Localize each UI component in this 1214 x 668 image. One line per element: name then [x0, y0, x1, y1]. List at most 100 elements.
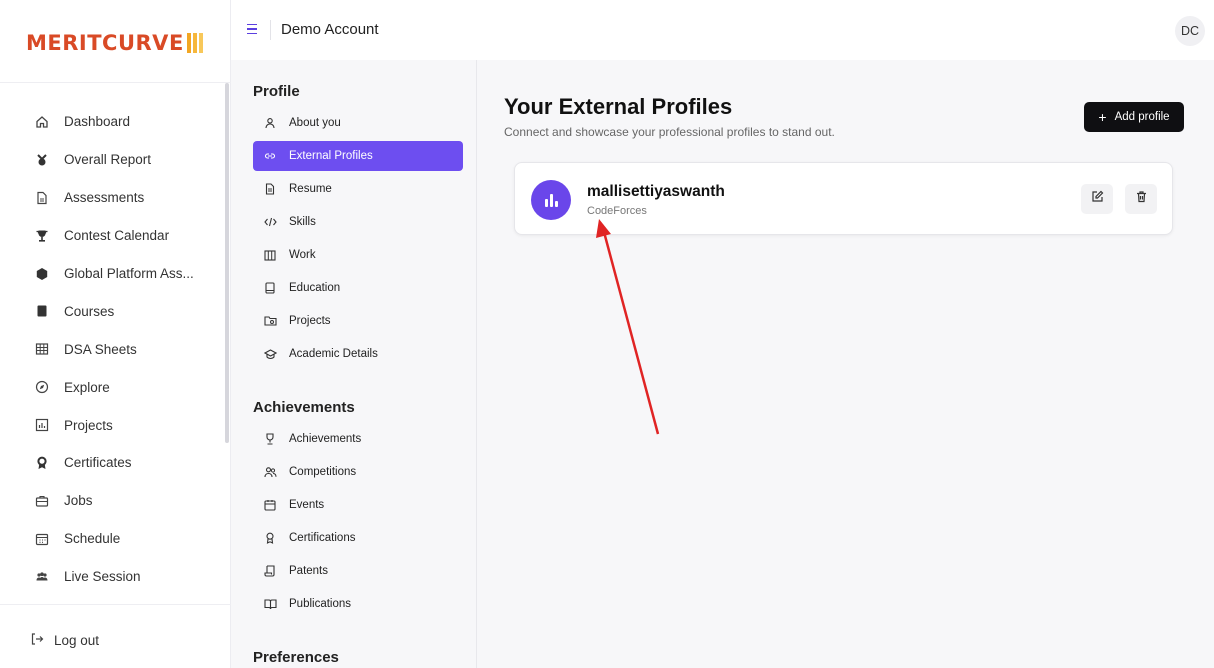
sidebar-item-dsa-sheets[interactable]: DSA Sheets [0, 330, 225, 368]
sidebar-item-live-session[interactable]: Live Session [0, 558, 225, 596]
sidebar-item-explore[interactable]: Explore [0, 368, 225, 406]
folder-icon [263, 315, 277, 327]
bar-chart-icon [531, 180, 571, 220]
sidebar-item-label: DSA Sheets [64, 341, 137, 357]
subnav-item-label: About you [289, 117, 341, 129]
profile-username: mallisettiyaswanth [587, 183, 725, 200]
brand-logo-text: MERITCURVE [26, 31, 184, 55]
sidebar-item-label: Schedule [64, 531, 121, 547]
sidebar-nav: Dashboard Overall Report Assessments Con… [0, 103, 225, 596]
page-subtitle: Connect and showcase your professional p… [504, 125, 835, 139]
subnav-item-label: Resume [289, 183, 332, 195]
sidebar-item-jobs[interactable]: Jobs [0, 482, 225, 520]
sidebar-item-label: Projects [64, 417, 113, 433]
sidebar-item-courses[interactable]: Courses [0, 292, 225, 330]
subnav-item-achievements[interactable]: Achievements [253, 424, 463, 454]
subnav-item-events[interactable]: Events [253, 490, 463, 520]
edit-profile-button[interactable] [1081, 184, 1113, 214]
sidebar-item-assessments[interactable]: Assessments [0, 179, 225, 217]
subnav-item-education[interactable]: Education [253, 273, 463, 303]
file-icon [263, 183, 277, 195]
edit-icon [1091, 190, 1104, 208]
building-icon [263, 249, 277, 261]
sidebar-item-overall-report[interactable]: Overall Report [0, 141, 225, 179]
brand-logo[interactable]: MERITCURVE [26, 31, 203, 55]
briefcase-icon [33, 492, 51, 510]
logo-bars-icon [186, 33, 203, 53]
section-title-profile: Profile [253, 83, 300, 100]
trophy-icon [33, 227, 51, 245]
sidebar-item-label: Explore [64, 379, 110, 395]
document-icon [33, 189, 51, 207]
section-title-achievements: Achievements [253, 399, 355, 416]
sidebar-item-label: Overall Report [64, 152, 152, 168]
subnav-item-about-you[interactable]: About you [253, 108, 463, 138]
delete-profile-button[interactable] [1125, 184, 1157, 214]
logout-label: Log out [54, 633, 100, 648]
code-icon [263, 216, 277, 228]
section-title-preferences: Preferences [253, 649, 339, 666]
open-book-icon [263, 598, 277, 610]
subnav-item-label: Education [289, 282, 341, 294]
sidebar-item-label: Global Platform Ass... [64, 266, 194, 281]
sidebar-scrollbar[interactable] [225, 83, 229, 443]
top-bar: Demo Account DC [231, 0, 1214, 60]
subnav-item-external-profiles[interactable]: External Profiles [253, 141, 463, 171]
subnav-item-label: Skills [289, 216, 316, 228]
sidebar-item-global-platform-assessments[interactable]: Global Platform Ass... [0, 255, 225, 293]
subnav-item-certifications[interactable]: Certifications [253, 523, 463, 553]
user-icon [263, 117, 277, 129]
sidebar-item-projects[interactable]: Projects [0, 406, 225, 444]
sidebar-item-dashboard[interactable]: Dashboard [0, 103, 225, 141]
sidebar-item-certificates[interactable]: Certificates [0, 444, 225, 482]
sidebar-item-label: Courses [64, 303, 115, 319]
subnav-item-label: Patents [289, 565, 328, 577]
home-icon [33, 113, 51, 131]
subnav-item-publications[interactable]: Publications [253, 589, 463, 619]
profile-subnav: Profile About you External Profiles Resu… [231, 60, 477, 668]
subnav-item-label: Events [289, 499, 325, 511]
hexagon-icon [33, 265, 51, 283]
subnav-item-label: External Profiles [289, 150, 373, 162]
sidebar: MERITCURVE Dashboard Overall Report Asse… [0, 0, 231, 668]
add-profile-button[interactable]: + Add profile [1084, 102, 1184, 132]
scroll-icon [263, 565, 277, 577]
report-icon [33, 151, 51, 169]
book-icon [33, 302, 51, 320]
topbar-divider [270, 20, 271, 40]
subnav-item-competitions[interactable]: Competitions [253, 457, 463, 487]
menu-toggle-button[interactable] [247, 20, 261, 38]
profile-card: mallisettiyaswanth CodeForces [514, 162, 1173, 235]
chart-icon [33, 416, 51, 434]
subnav-item-skills[interactable]: Skills [253, 207, 463, 237]
sidebar-item-label: Contest Calendar [64, 228, 170, 244]
subnav-item-resume[interactable]: Resume [253, 174, 463, 204]
sidebar-divider [0, 604, 231, 605]
sidebar-item-label: Assessments [64, 190, 145, 206]
logout-icon [30, 632, 44, 649]
sidebar-item-schedule[interactable]: Schedule [0, 520, 225, 558]
subnav-item-label: Achievements [289, 433, 362, 445]
subnav-item-work[interactable]: Work [253, 240, 463, 270]
sidebar-item-label: Jobs [64, 493, 93, 509]
calendar-icon [263, 499, 277, 511]
sidebar-item-label: Live Session [64, 569, 141, 585]
sidebar-item-contest-calendar[interactable]: Contest Calendar [0, 217, 225, 255]
compass-icon [33, 378, 51, 396]
subnav-item-patents[interactable]: Patents [253, 556, 463, 586]
subnav-item-label: Projects [289, 315, 331, 327]
subnav-item-projects[interactable]: Projects [253, 306, 463, 336]
trash-icon [1135, 190, 1148, 208]
avatar[interactable]: DC [1175, 16, 1205, 46]
book-icon [263, 282, 277, 294]
subnav-item-label: Work [289, 249, 316, 261]
subnav-item-academic-details[interactable]: Academic Details [253, 339, 463, 369]
logout-button[interactable]: Log out [30, 632, 99, 649]
sidebar-item-label: Certificates [64, 455, 132, 471]
grid-icon [33, 340, 51, 358]
profile-platform: CodeForces [587, 205, 647, 217]
page-title: Your External Profiles [504, 94, 733, 119]
sidebar-item-label: Dashboard [64, 114, 131, 130]
trophy-icon [263, 433, 277, 445]
plus-icon: + [1098, 109, 1107, 125]
